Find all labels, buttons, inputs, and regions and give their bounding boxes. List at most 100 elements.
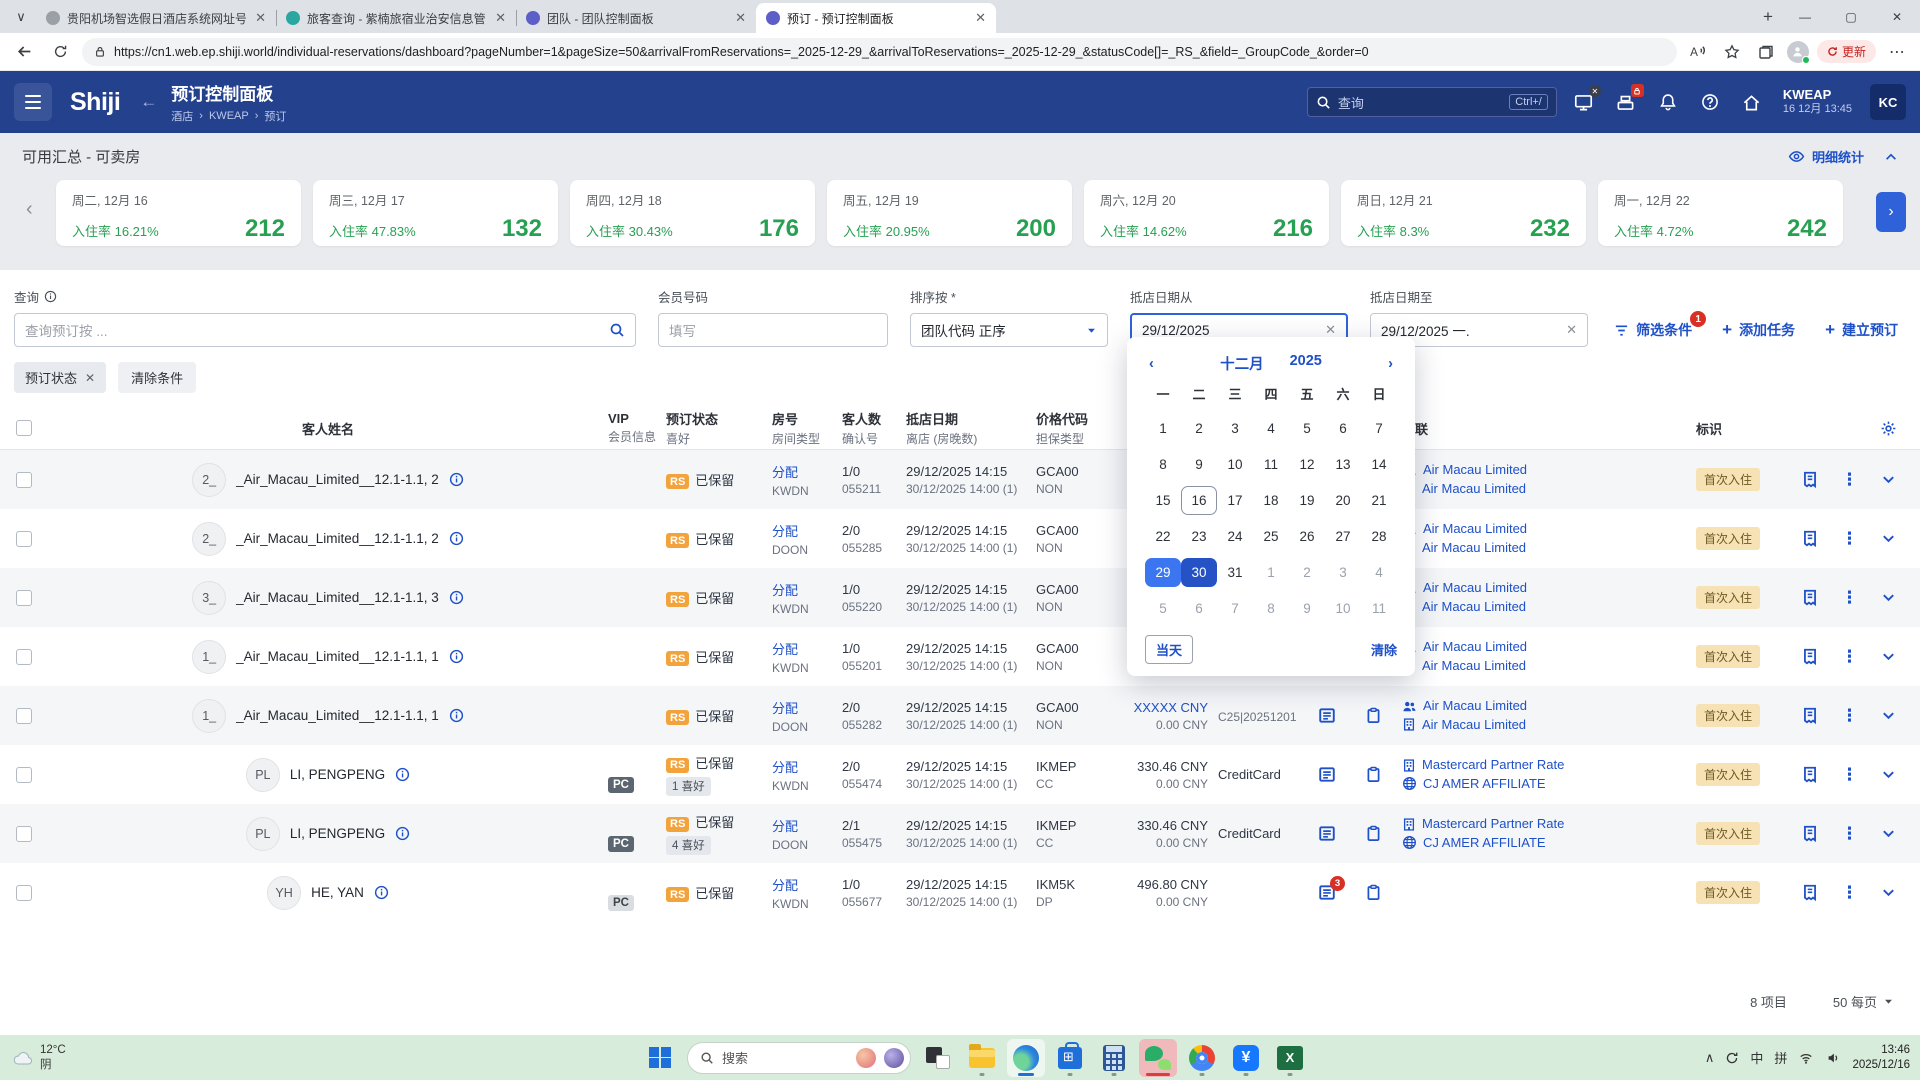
calendar-day[interactable]: 22 bbox=[1145, 522, 1181, 551]
availability-card[interactable]: 周二, 12月 16 入住率 16.21% 212 bbox=[56, 180, 301, 246]
calendar-day[interactable]: 11 bbox=[1253, 450, 1289, 479]
row-task-icon[interactable] bbox=[1788, 804, 1832, 863]
minimize-button[interactable]: — bbox=[1782, 0, 1828, 33]
table-row[interactable]: 1_ _Air_Macau_Limited__12.1-1.1, 1 RS 已保留 分配… bbox=[0, 686, 1920, 745]
table-row[interactable]: PL LI, PENGPENG PC RS 已保留 4 喜好 分配 DOON 2/1 055475… bbox=[0, 804, 1920, 863]
calendar-day[interactable]: 17 bbox=[1217, 486, 1253, 515]
clipboard-icon[interactable] bbox=[1365, 883, 1382, 902]
task-view-button[interactable] bbox=[919, 1039, 957, 1077]
row-task-icon[interactable] bbox=[1788, 745, 1832, 804]
global-search-input[interactable]: 查询 Ctrl+/ bbox=[1306, 87, 1557, 117]
page-size-select[interactable]: 50 每页 bbox=[1833, 992, 1894, 1011]
col-guest-name[interactable]: 客人姓名 bbox=[302, 419, 354, 438]
guest-name[interactable]: HE, YAN bbox=[311, 885, 364, 900]
calendar-day[interactable]: 10 bbox=[1325, 594, 1361, 623]
tab-close-icon[interactable]: ✕ bbox=[493, 10, 508, 26]
row-menu-icon[interactable]: ⋮ bbox=[1832, 568, 1868, 627]
create-reservation-button[interactable]: + 建立预订 bbox=[1825, 320, 1898, 340]
calendar-day[interactable]: 2 bbox=[1289, 558, 1325, 587]
browser-tab-1[interactable]: 贵阳机场智选假日酒店系统网址号 ✕ bbox=[36, 3, 276, 33]
row-expand-icon[interactable] bbox=[1868, 627, 1908, 686]
availability-card[interactable]: 周五, 12月 19 入住率 20.95% 200 bbox=[827, 180, 1072, 246]
row-task-icon[interactable] bbox=[1788, 509, 1832, 568]
linked-profile[interactable]: Air Macau Limited bbox=[1402, 638, 1696, 657]
browser-profile-avatar[interactable] bbox=[1786, 40, 1810, 64]
calendar-day[interactable]: 11 bbox=[1361, 594, 1397, 623]
assign-link[interactable]: 分配 bbox=[772, 816, 842, 835]
cards-prev-icon[interactable]: ‹ bbox=[26, 198, 33, 221]
cashier-icon[interactable] bbox=[1611, 84, 1644, 117]
availability-card[interactable]: 周日, 12月 21 入住率 8.3% 232 bbox=[1341, 180, 1586, 246]
note-icon[interactable] bbox=[1317, 706, 1337, 725]
assign-link[interactable]: 分配 bbox=[772, 875, 842, 894]
calendar-day[interactable]: 8 bbox=[1253, 594, 1289, 623]
row-checkbox[interactable] bbox=[0, 686, 48, 745]
linked-profile[interactable]: Air Macau Limited bbox=[1402, 598, 1696, 617]
calendar-today-button[interactable]: 当天 bbox=[1145, 635, 1194, 664]
excel-icon[interactable]: X bbox=[1271, 1039, 1309, 1077]
linked-profile[interactable]: Air Macau Limited bbox=[1402, 539, 1696, 558]
linked-profile[interactable]: Mastercard Partner Rate bbox=[1402, 756, 1696, 775]
assign-link[interactable]: 分配 bbox=[772, 639, 842, 658]
row-task-icon[interactable] bbox=[1788, 568, 1832, 627]
table-row[interactable]: 2_ _Air_Macau_Limited__12.1-1.1, 2 RS 已保留 分配… bbox=[0, 450, 1920, 509]
assign-link[interactable]: 分配 bbox=[772, 580, 842, 599]
clipboard-icon[interactable] bbox=[1365, 706, 1382, 725]
linked-profile[interactable]: Air Macau Limited bbox=[1402, 579, 1696, 598]
row-expand-icon[interactable] bbox=[1868, 804, 1908, 863]
table-row[interactable]: 2_ _Air_Macau_Limited__12.1-1.1, 2 RS 已保留 分配… bbox=[0, 509, 1920, 568]
back-icon[interactable] bbox=[10, 38, 38, 66]
row-menu-icon[interactable]: ⋮ bbox=[1832, 686, 1868, 745]
calendar-day[interactable]: 16 bbox=[1181, 486, 1217, 515]
status-filter-chip[interactable]: 预订状态 ✕ bbox=[14, 362, 107, 393]
calendar-day[interactable]: 6 bbox=[1325, 414, 1361, 443]
calendar-next-icon[interactable]: › bbox=[1388, 356, 1393, 372]
tab-close-icon[interactable]: ✕ bbox=[973, 10, 988, 26]
calendar-day[interactable]: 9 bbox=[1181, 450, 1217, 479]
calendar-day[interactable]: 5 bbox=[1145, 594, 1181, 623]
table-settings-gear-icon[interactable] bbox=[1868, 407, 1908, 449]
table-row[interactable]: PL LI, PENGPENG PC RS 已保留 1 喜好 分配 KWDN 2/0 055474… bbox=[0, 745, 1920, 804]
linked-profile[interactable]: Air Macau Limited bbox=[1402, 697, 1696, 716]
assign-link[interactable]: 分配 bbox=[772, 757, 842, 776]
calendar-day[interactable]: 28 bbox=[1361, 522, 1397, 551]
calendar-day[interactable]: 7 bbox=[1361, 414, 1397, 443]
tab-close-icon[interactable]: ✕ bbox=[733, 10, 748, 26]
guest-name[interactable]: _Air_Macau_Limited__12.1-1.1, 3 bbox=[236, 590, 439, 605]
guest-name[interactable]: LI, PENGPENG bbox=[290, 767, 385, 782]
calendar-day[interactable]: 23 bbox=[1181, 522, 1217, 551]
linked-profile-name[interactable]: CJ AMER AFFILIATE bbox=[1423, 834, 1546, 853]
table-row[interactable]: YH HE, YAN PC RS 已保留 分配 KWDN 1/0 055677 29/12/202… bbox=[0, 863, 1920, 922]
guest-info-icon[interactable] bbox=[449, 531, 464, 546]
chip-remove-icon[interactable]: ✕ bbox=[85, 371, 95, 385]
browser-tab-3[interactable]: 团队 - 团队控制面板 ✕ bbox=[516, 3, 756, 33]
linked-profile[interactable]: Air Macau Limited bbox=[1402, 716, 1696, 735]
row-expand-icon[interactable] bbox=[1868, 745, 1908, 804]
note-icon[interactable] bbox=[1317, 765, 1337, 784]
clipboard-icon[interactable] bbox=[1365, 824, 1382, 843]
address-bar[interactable]: https://cn1.web.ep.shiji.world/individua… bbox=[82, 37, 1677, 66]
calendar-day[interactable]: 20 bbox=[1325, 486, 1361, 515]
calculator-icon[interactable] bbox=[1095, 1039, 1133, 1077]
row-checkbox[interactable] bbox=[0, 450, 48, 509]
linked-profile[interactable]: CJ AMER AFFILIATE bbox=[1402, 775, 1696, 794]
row-expand-icon[interactable] bbox=[1868, 450, 1908, 509]
new-tab-button[interactable]: + bbox=[1754, 3, 1782, 31]
linked-profile-name[interactable]: Mastercard Partner Rate bbox=[1422, 756, 1564, 775]
linked-profile-name[interactable]: Air Macau Limited bbox=[1423, 520, 1527, 539]
guest-info-icon[interactable] bbox=[449, 708, 464, 723]
alipay-icon[interactable]: ¥ bbox=[1227, 1039, 1265, 1077]
linked-profile-name[interactable]: Air Macau Limited bbox=[1422, 716, 1526, 735]
favorite-star-icon[interactable] bbox=[1719, 39, 1745, 65]
calendar-day[interactable]: 12 bbox=[1289, 450, 1325, 479]
workstation-icon[interactable]: ✕ bbox=[1569, 85, 1601, 117]
calendar-day[interactable]: 13 bbox=[1325, 450, 1361, 479]
browser-update-button[interactable]: 更新 bbox=[1816, 40, 1876, 63]
linked-profile-name[interactable]: Air Macau Limited bbox=[1422, 539, 1526, 558]
calendar-day[interactable]: 3 bbox=[1217, 414, 1253, 443]
calendar-day[interactable]: 24 bbox=[1217, 522, 1253, 551]
file-explorer-icon[interactable] bbox=[963, 1039, 1001, 1077]
calendar-day[interactable]: 6 bbox=[1181, 594, 1217, 623]
linked-profile-name[interactable]: CJ AMER AFFILIATE bbox=[1423, 775, 1546, 794]
assign-link[interactable]: 分配 bbox=[772, 521, 842, 540]
